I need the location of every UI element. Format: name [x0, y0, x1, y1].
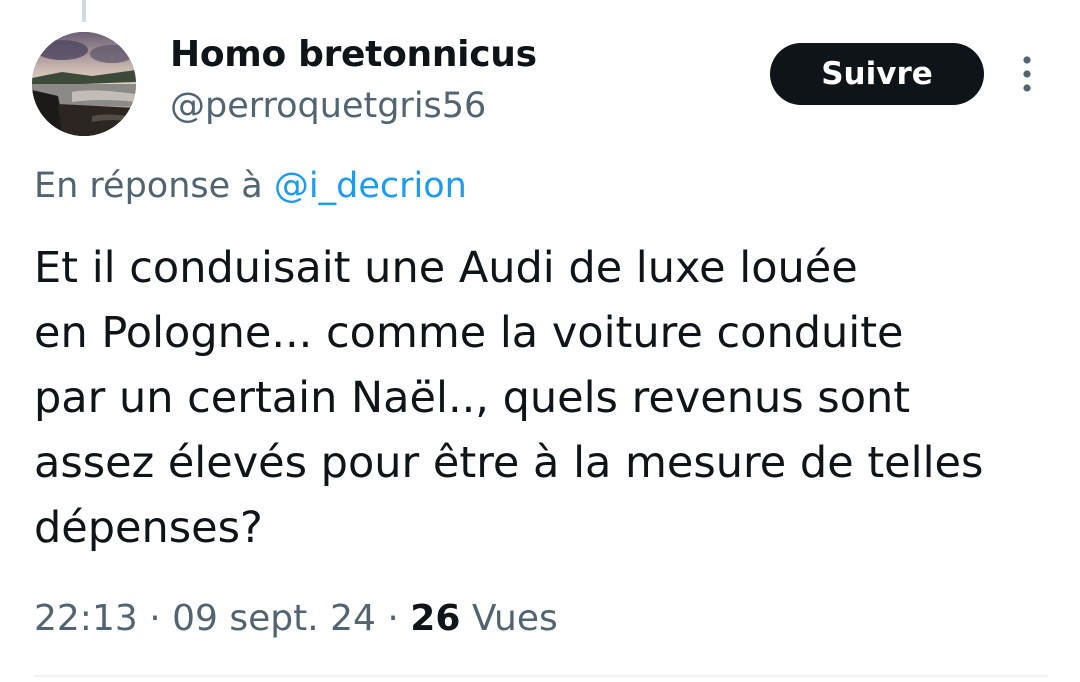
tweet-metadata: 22:13 · 09 sept. 24 · 26 Vues — [34, 598, 558, 639]
views-label: Vues — [471, 598, 558, 639]
more-vertical-icon — [1023, 56, 1031, 92]
author-display-name[interactable]: Homo bretonnicus — [170, 34, 537, 75]
tweet-text-line: Et il conduisait une Audi de luxe louée — [34, 243, 858, 293]
follow-button[interactable]: Suivre — [770, 43, 984, 105]
author-handle[interactable]: @perroquetgris56 — [170, 86, 486, 126]
tweet-date[interactable]: 09 sept. 24 — [172, 598, 376, 639]
tweet-text-line: assez élevés pour être à la mesure de te… — [34, 438, 984, 488]
reply-mention-link[interactable]: @i_decrion — [274, 166, 467, 206]
landscape-avatar-icon — [32, 32, 136, 136]
tweet-time[interactable]: 22:13 — [34, 598, 138, 639]
reply-context: En réponse à @i_decrion — [34, 166, 467, 206]
meta-separator: · — [387, 598, 399, 639]
reply-prefix: En réponse à — [34, 166, 263, 206]
tweet-text: Et il conduisait une Audi de luxe louée … — [34, 236, 1054, 561]
avatar[interactable] — [32, 32, 136, 136]
tweet-text-line: en Pologne... comme la voiture conduite — [34, 308, 904, 358]
more-options-button[interactable] — [1012, 52, 1042, 96]
views-count: 26 — [410, 598, 461, 639]
meta-separator: · — [149, 598, 161, 639]
divider — [34, 675, 1048, 677]
tweet-text-line: par un certain Naël.., quels revenus son… — [34, 373, 911, 423]
tweet-text-line: dépenses? — [34, 503, 263, 553]
thread-connector-line — [82, 0, 86, 22]
